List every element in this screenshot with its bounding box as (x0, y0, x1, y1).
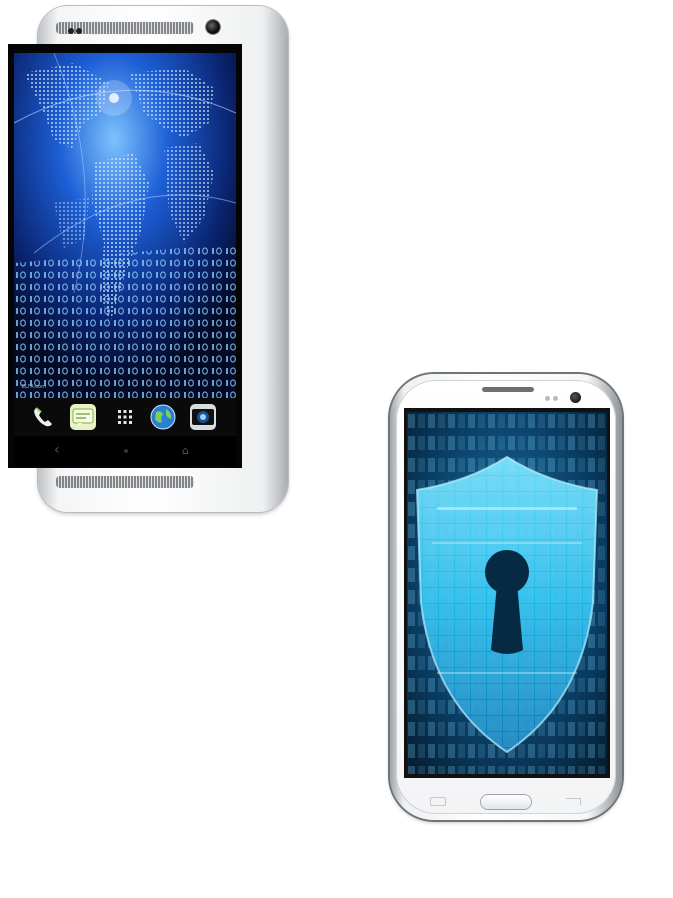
world-map-wallpaper-graphic (14, 53, 236, 398)
menu-key-icon[interactable] (430, 797, 446, 806)
apps-grid-icon[interactable] (112, 404, 138, 430)
proximity-sensor (68, 28, 74, 34)
app-dock (14, 398, 236, 436)
navigation-bar: ‹ ⌂ (14, 436, 236, 466)
home-icon[interactable]: ⌂ (182, 444, 189, 457)
screen-caption: ELFA.com (22, 384, 46, 390)
front-camera-icon (570, 392, 581, 403)
back-icon[interactable]: ‹ (54, 442, 60, 458)
front-camera-icon (206, 20, 220, 34)
padlock-shield-icon (407, 412, 607, 774)
wallpaper-world-map: ELFA.com (14, 53, 236, 398)
light-sensor (553, 396, 558, 401)
proximity-sensor (545, 396, 550, 401)
speaker-grille (56, 476, 194, 488)
browser-globe-icon[interactable] (150, 404, 176, 430)
phone-icon[interactable] (30, 404, 56, 430)
security-shield-wallpaper (407, 412, 607, 774)
earpiece-speaker (482, 387, 534, 392)
camera-icon[interactable] (190, 404, 216, 430)
messages-icon[interactable] (70, 404, 96, 430)
light-sensor (76, 28, 82, 34)
back-key-icon[interactable] (566, 798, 581, 805)
home-button[interactable] (481, 795, 531, 809)
nav-dot (124, 449, 128, 453)
